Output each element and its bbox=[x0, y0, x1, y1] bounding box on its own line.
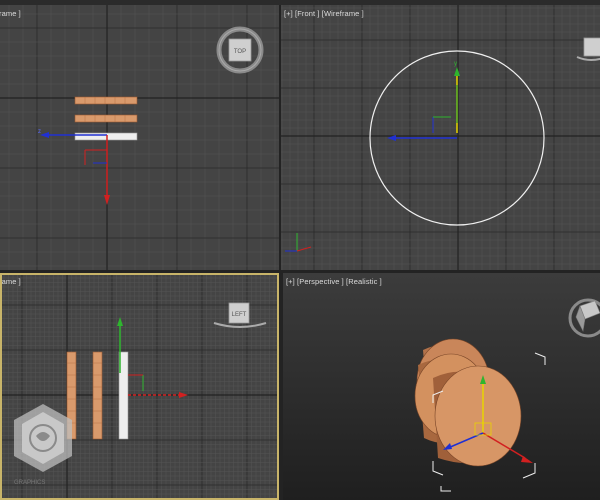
viewcube-front[interactable] bbox=[576, 37, 600, 61]
viewport-left-label[interactable]: rame ] bbox=[0, 277, 21, 286]
svg-text:z: z bbox=[38, 129, 41, 135]
front-viewport-canvas: y bbox=[281, 5, 600, 270]
viewcube-left-label: LEFT bbox=[232, 312, 247, 318]
viewport-divider-horizontal[interactable] bbox=[0, 270, 600, 273]
transform-gizmo[interactable]: y bbox=[387, 61, 460, 141]
viewport-front[interactable]: y [+] [Front ] [Wireframe ] bbox=[281, 5, 600, 270]
viewport-divider-vertical-lower[interactable] bbox=[279, 273, 283, 500]
viewcube-top[interactable]: TOP bbox=[216, 26, 264, 74]
viewcube-top-label: TOP bbox=[234, 49, 246, 55]
object-disc-2[interactable] bbox=[74, 114, 138, 123]
object-disc-2-side[interactable] bbox=[92, 351, 103, 440]
viewcube-left[interactable]: LEFT bbox=[213, 302, 267, 328]
perspective-viewport-canvas bbox=[414, 298, 600, 492]
svg-text:y: y bbox=[454, 61, 457, 67]
object-disc-selected[interactable] bbox=[74, 132, 138, 141]
viewport-top[interactable]: z TOP rame ] bbox=[0, 5, 279, 270]
viewcube-perspective[interactable] bbox=[568, 298, 600, 338]
transform-gizmo[interactable]: z bbox=[38, 129, 110, 205]
viewport-front-label[interactable]: [+] [Front ] [Wireframe ] bbox=[284, 9, 364, 18]
watermark-logo bbox=[14, 404, 72, 472]
viewport-top-label[interactable]: rame ] bbox=[0, 9, 21, 18]
viewport-perspective[interactable]: [+] [Perspective ] [Realistic ] bbox=[283, 273, 600, 500]
viewport-perspective-label[interactable]: [+] [Perspective ] [Realistic ] bbox=[286, 277, 382, 286]
object-disc-1[interactable] bbox=[74, 96, 138, 105]
top-viewport-canvas: z TOP bbox=[0, 5, 279, 270]
watermark-text: GRAPHICS bbox=[14, 480, 46, 486]
